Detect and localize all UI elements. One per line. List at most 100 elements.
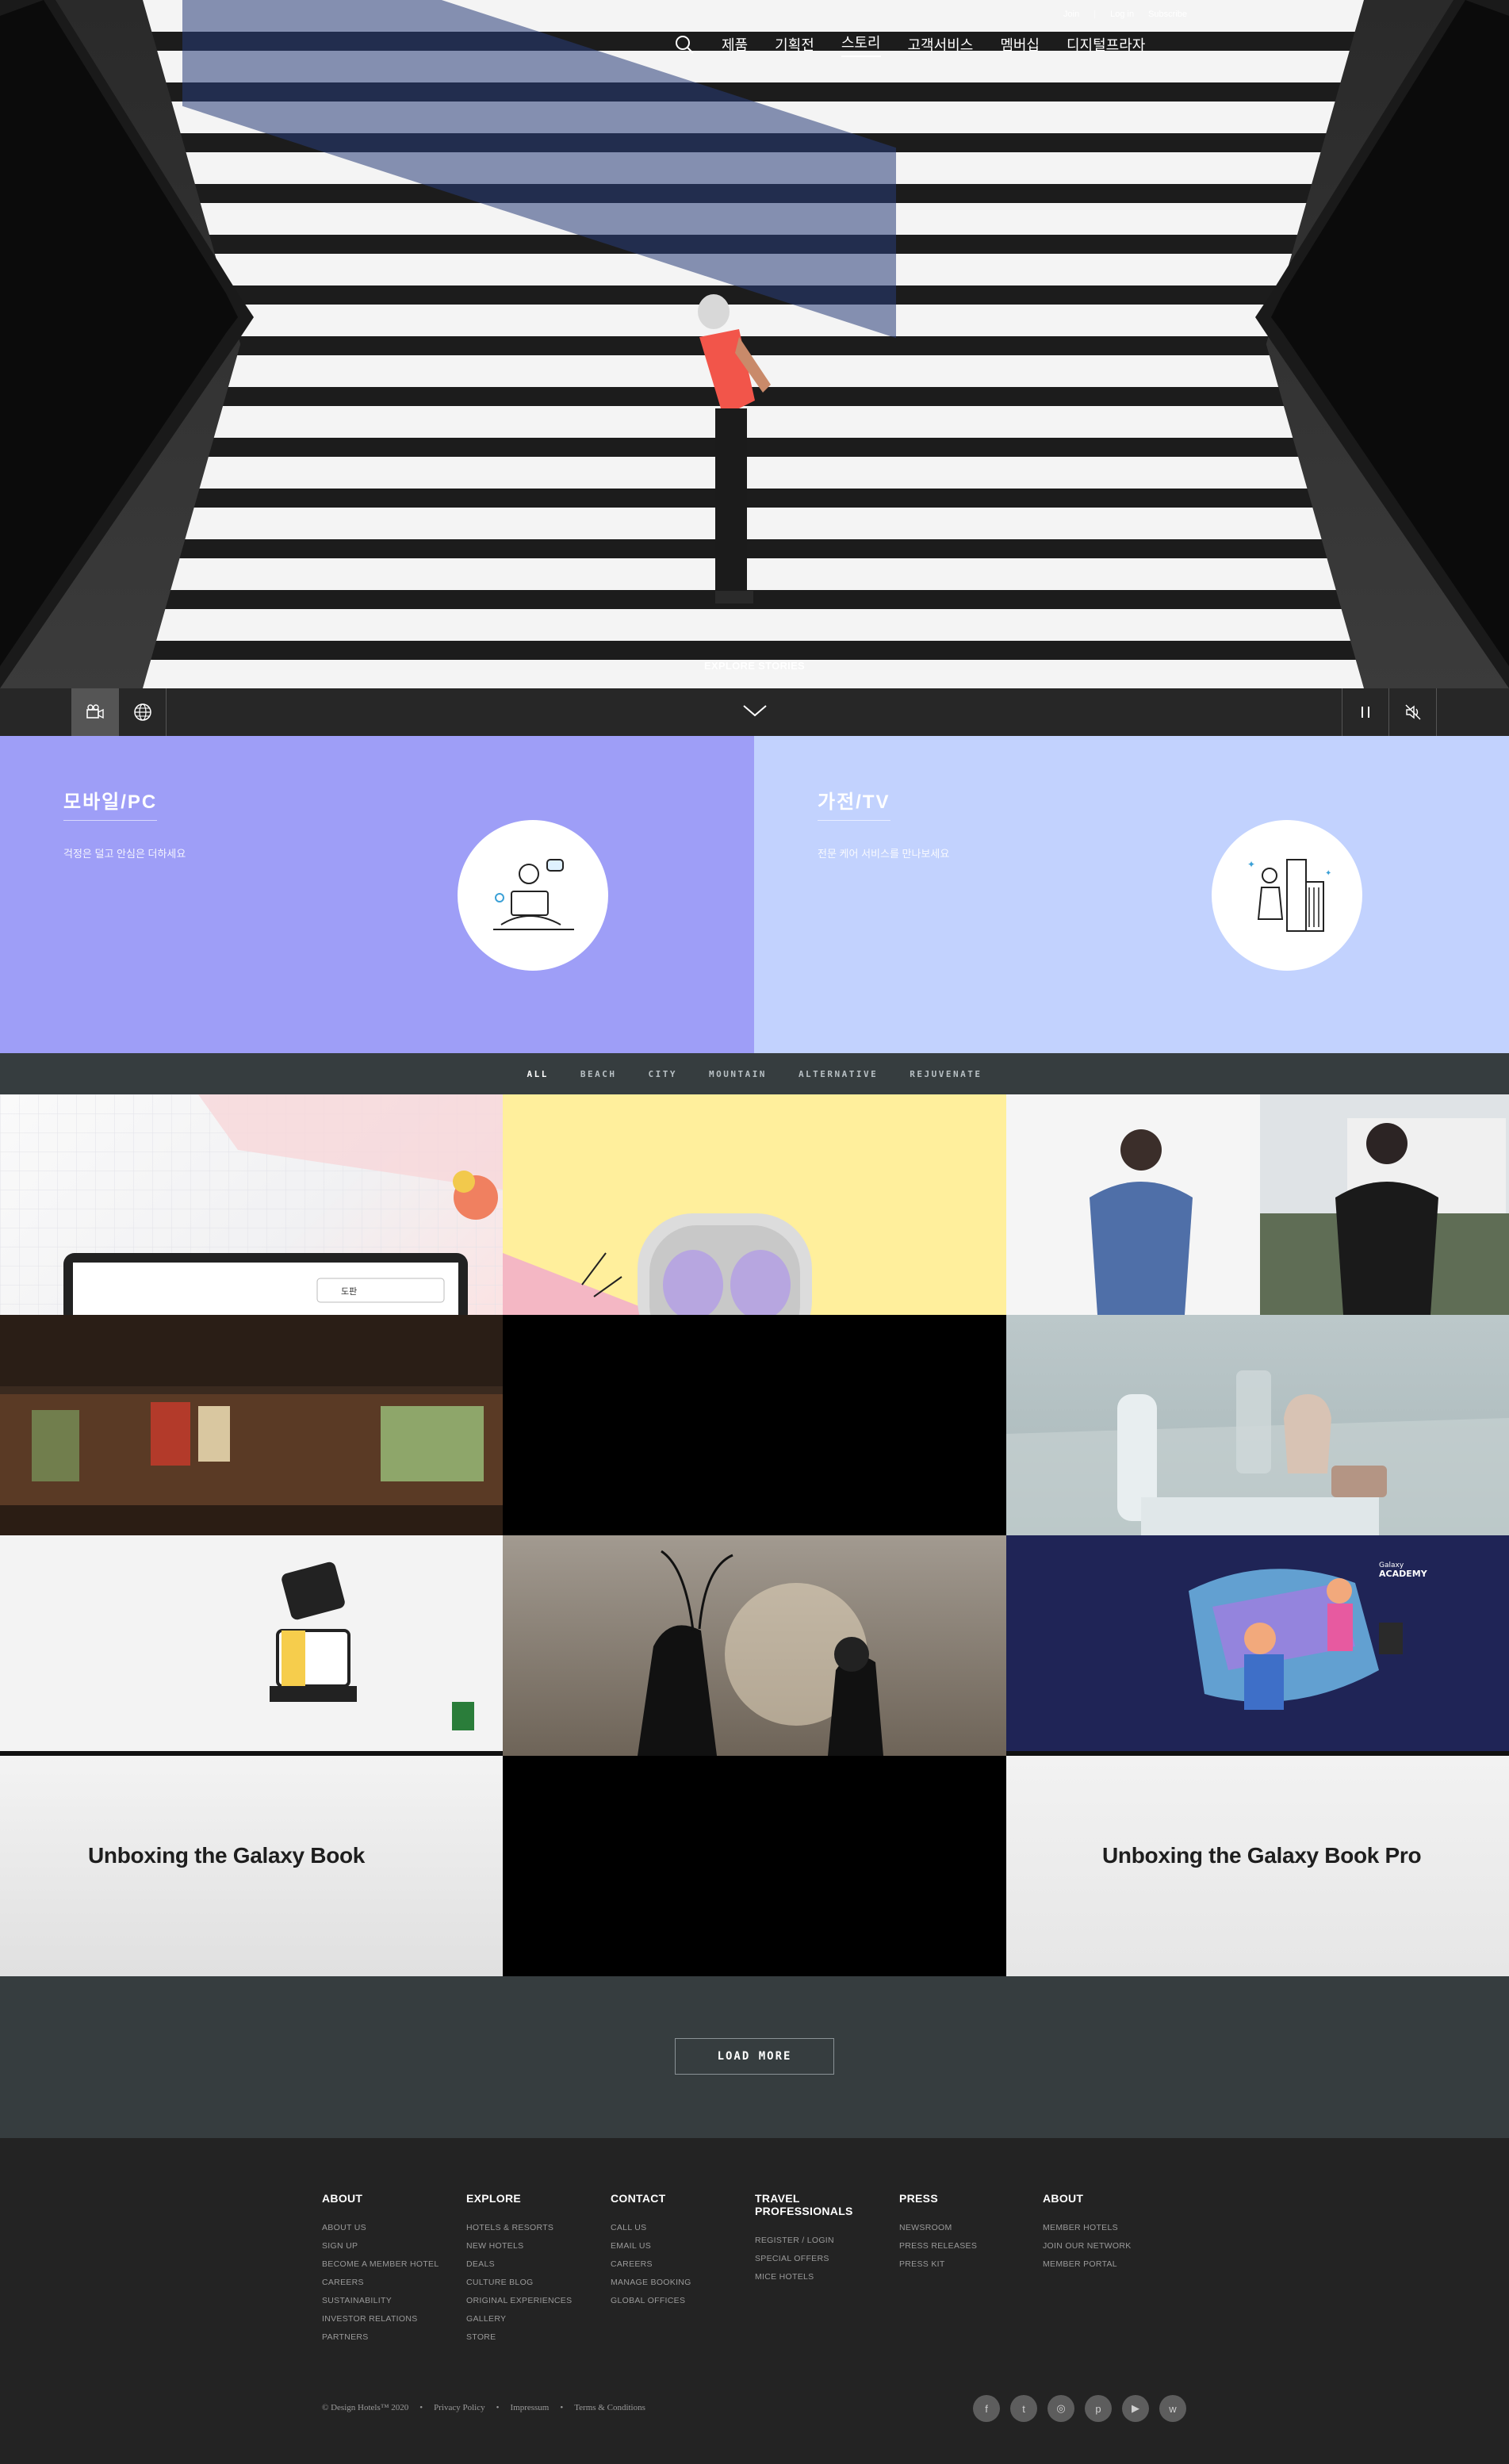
story-tile-fitness[interactable] <box>1006 1094 1509 1315</box>
subscribe-link[interactable]: Subscribe <box>1148 10 1187 19</box>
footer-link[interactable]: ABOUT US <box>322 2219 461 2237</box>
join-link[interactable]: Join <box>1063 10 1079 19</box>
footer-link[interactable]: MANAGE BOOKING <box>611 2274 749 2292</box>
filter-beach[interactable]: BEACH <box>580 1069 617 1079</box>
fitness-photo <box>1006 1094 1509 1315</box>
footer-col-press: PRESS NEWSROOM PRESS RELEASES PRESS KIT <box>899 2192 1038 2274</box>
footer-link[interactable]: MEMBER PORTAL <box>1043 2255 1182 2274</box>
footer-heading: TRAVEL PROFESSIONALS <box>755 2192 853 2217</box>
nav-item-products[interactable]: 제품 <box>722 34 748 55</box>
chevron-down-icon[interactable] <box>742 703 768 722</box>
story-tile-galaxy-book[interactable]: Unboxing the Galaxy Book <box>0 1756 503 1976</box>
instagram-icon[interactable]: ◎ <box>1047 2395 1074 2422</box>
footer-link[interactable]: CULTURE BLOG <box>466 2274 605 2292</box>
footer-heading: PRESS <box>899 2192 938 2205</box>
footer-link[interactable]: CAREERS <box>322 2274 461 2292</box>
mute-icon[interactable] <box>1389 688 1437 736</box>
story-tile-silhouettes[interactable] <box>503 1535 1006 1756</box>
pinterest-icon[interactable]: p <box>1085 2395 1112 2422</box>
filter-all[interactable]: ALL <box>527 1069 548 1079</box>
footer-link[interactable]: CALL US <box>611 2219 749 2237</box>
story-tile-earbuds[interactable] <box>503 1094 1006 1315</box>
explore-stories-label[interactable]: EXPLORE STORIES <box>0 660 1509 672</box>
panel-title: 가전/TV <box>818 786 890 821</box>
footer-link[interactable]: INVESTOR RELATIONS <box>322 2310 461 2328</box>
login-link[interactable]: Log in <box>1110 10 1134 19</box>
footer-link[interactable]: GALLERY <box>466 2310 605 2328</box>
service-panel-appliance-tv[interactable]: 가전/TV 전문 케어 서비스를 만나보세요 ✦ ✦ <box>754 736 1509 1053</box>
story-tile-interior[interactable] <box>0 1315 503 1535</box>
youtube-icon[interactable]: ▶ <box>1122 2395 1149 2422</box>
facebook-icon[interactable]: f <box>973 2395 1000 2422</box>
footer-col-contact: CONTACT CALL US EMAIL US CAREERS MANAGE … <box>611 2192 749 2310</box>
pause-icon[interactable] <box>1342 688 1389 736</box>
utility-separator: | <box>1093 10 1097 19</box>
wechat-icon[interactable]: w <box>1159 2395 1186 2422</box>
footer-legal: © Design Hotels™ 2020 • Privacy Policy •… <box>322 2403 645 2412</box>
story-tile-galaxy-book-pro[interactable]: Unboxing the Galaxy Book Pro <box>1006 1756 1509 1976</box>
nav-item-customer-service[interactable]: 고객서비스 <box>908 34 974 55</box>
footer-link[interactable]: ORIGINAL EXPERIENCES <box>466 2292 605 2310</box>
footer-link[interactable]: CAREERS <box>611 2255 749 2274</box>
load-more-button[interactable]: LOAD MORE <box>675 2038 834 2075</box>
footer-heading: ABOUT <box>322 2192 363 2205</box>
impressum-link[interactable]: Impressum <box>510 2403 549 2412</box>
legal-separator: • <box>560 2403 564 2412</box>
footer-col-about-members: ABOUT MEMBER HOTELS JOIN OUR NETWORK MEM… <box>1043 2192 1182 2274</box>
academy-badge-line-2: ACADEMY <box>1379 1569 1428 1579</box>
story-tile-galaxy-flip[interactable] <box>0 1535 503 1756</box>
footer-link[interactable]: JOIN OUR NETWORK <box>1043 2237 1182 2255</box>
load-more-section: LOAD MORE <box>0 1976 1509 2138</box>
footer-link[interactable]: GLOBAL OFFICES <box>611 2292 749 2310</box>
page: Join | Log in Subscribe 제품 기획전 스토리 고객서비스… <box>0 0 1509 2464</box>
footer-link[interactable]: HOTELS & RESORTS <box>466 2219 605 2237</box>
footer-link[interactable]: NEW HOTELS <box>466 2237 605 2255</box>
search-icon[interactable] <box>674 34 695 55</box>
privacy-policy-link[interactable]: Privacy Policy <box>434 2403 484 2412</box>
nav-item-membership[interactable]: 멤버십 <box>1000 34 1040 55</box>
footer-link[interactable]: DEALS <box>466 2255 605 2274</box>
footer-link[interactable]: BECOME A MEMBER HOTEL <box>322 2255 461 2274</box>
filter-rejuvenate[interactable]: REJUVENATE <box>910 1069 982 1079</box>
device-frame-right <box>1255 0 1509 688</box>
service-panels: 모바일/PC 걱정은 덜고 안심은 더하세요 가전/TV 전문 케어 서비스를 … <box>0 736 1509 1053</box>
terms-link[interactable]: Terms & Conditions <box>574 2403 645 2412</box>
globe-icon[interactable] <box>119 688 167 736</box>
footer-link[interactable]: NEWSROOM <box>899 2219 1038 2237</box>
video-camera-icon[interactable] <box>71 688 119 736</box>
footer-link[interactable]: MICE HOTELS <box>755 2268 894 2286</box>
footer-link[interactable]: PARTNERS <box>322 2328 461 2347</box>
footer-link[interactable]: REGISTER / LOGIN <box>755 2232 894 2250</box>
footer-heading: ABOUT <box>1043 2192 1084 2205</box>
footer-link[interactable]: EMAIL US <box>611 2237 749 2255</box>
story-tile-galaxy-academy[interactable]: Galaxy ACADEMY <box>1006 1535 1509 1756</box>
filter-alternative[interactable]: ALTERNATIVE <box>799 1069 878 1079</box>
filter-city[interactable]: CITY <box>648 1069 677 1079</box>
footer-col-explore: EXPLORE HOTELS & RESORTS NEW HOTELS DEAL… <box>466 2192 605 2347</box>
silhouette-photo <box>638 1550 883 1756</box>
svg-text:✦: ✦ <box>1247 859 1255 870</box>
story-tile-tablet[interactable]: 도판 <box>0 1094 503 1315</box>
footer-link[interactable]: SUSTAINABILITY <box>322 2292 461 2310</box>
story-tile-dark[interactable] <box>503 1315 1006 1535</box>
main-nav: 제품 기획전 스토리 고객서비스 멤버십 디지털프라자 <box>674 32 1145 57</box>
nav-item-story[interactable]: 스토리 <box>841 32 881 57</box>
service-panel-mobile-pc[interactable]: 모바일/PC 걱정은 덜고 안심은 더하세요 <box>0 736 754 1053</box>
footer-link[interactable]: STORE <box>466 2328 605 2347</box>
filter-mountain[interactable]: MOUNTAIN <box>709 1069 767 1079</box>
story-tile-vases[interactable] <box>1006 1315 1509 1535</box>
footer-link[interactable]: PRESS KIT <box>899 2255 1038 2274</box>
hero-video[interactable]: Join | Log in Subscribe 제품 기획전 스토리 고객서비스… <box>0 0 1509 688</box>
panel-description: 전문 케어 서비스를 만나보세요 <box>818 848 950 860</box>
footer-col-travel-professionals: TRAVEL PROFESSIONALS REGISTER / LOGIN SP… <box>755 2192 894 2286</box>
footer-link[interactable]: SPECIAL OFFERS <box>755 2250 894 2268</box>
story-tile-video[interactable] <box>503 1756 1006 1976</box>
footer-link[interactable]: SIGN UP <box>322 2237 461 2255</box>
nav-item-exhibitions[interactable]: 기획전 <box>775 34 814 55</box>
tile-caption: Unboxing the Galaxy Book <box>88 1843 366 1868</box>
footer-link[interactable]: PRESS RELEASES <box>899 2237 1038 2255</box>
nav-item-digital-plaza[interactable]: 디지털프라자 <box>1067 34 1145 55</box>
footer-link[interactable]: MEMBER HOTELS <box>1043 2219 1182 2237</box>
footer-col-about: ABOUT ABOUT US SIGN UP BECOME A MEMBER H… <box>322 2192 461 2347</box>
twitter-icon[interactable]: t <box>1010 2395 1037 2422</box>
